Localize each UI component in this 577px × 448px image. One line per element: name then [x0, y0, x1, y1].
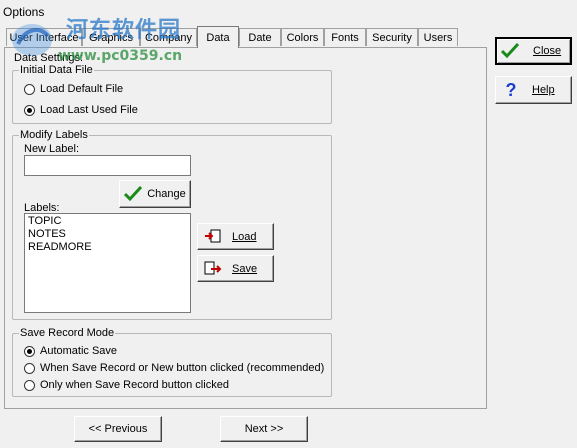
list-item[interactable]: TOPIC [28, 215, 187, 228]
radio-save-on-button-click[interactable] [24, 363, 35, 374]
load-default-file-label[interactable]: Load Default File [40, 83, 123, 96]
window-title: Options [3, 5, 45, 19]
only-save-record-button-label[interactable]: Only when Save Record button clicked [40, 379, 229, 392]
next-button-label: Next >> [244, 423, 284, 435]
automatic-save-label[interactable]: Automatic Save [40, 345, 117, 358]
radio-load-default-file[interactable] [24, 84, 35, 95]
radio-load-last-used-file[interactable] [24, 105, 35, 116]
save-file-icon [204, 260, 222, 278]
modify-labels-label: Modify Labels [19, 129, 89, 141]
close-button[interactable]: Close [495, 37, 572, 65]
save-record-mode-label: Save Record Mode [19, 327, 116, 339]
change-button[interactable]: Change [119, 180, 191, 208]
load-file-icon [204, 228, 222, 246]
next-button[interactable]: Next >> [220, 416, 308, 442]
tab-graphics[interactable]: Graphics [82, 28, 140, 46]
load-button-label: Load [232, 230, 257, 243]
help-button-label: Help [532, 84, 555, 96]
previous-button[interactable]: << Previous [74, 416, 162, 442]
save-on-button-click-label[interactable]: When Save Record or New button clicked (… [40, 362, 324, 375]
save-button-label: Save [232, 262, 258, 275]
list-item[interactable]: NOTES [28, 228, 187, 241]
radio-only-save-record-button[interactable] [24, 380, 35, 391]
question-mark-icon: ? [505, 79, 517, 100]
data-settings-label: Data Settings: [14, 52, 84, 64]
radio-automatic-save[interactable] [24, 346, 35, 357]
tab-fonts[interactable]: Fonts [324, 28, 366, 46]
checkmark-icon [501, 42, 519, 60]
checkmark-icon [124, 185, 143, 203]
tab-data[interactable]: Data [197, 26, 239, 48]
new-label-input[interactable] [24, 155, 191, 176]
labels-listbox[interactable]: TOPIC NOTES READMORE [24, 213, 191, 313]
close-button-label: Close [533, 45, 562, 57]
help-button[interactable]: ? Help [495, 76, 572, 104]
change-button-label: Change [147, 188, 186, 200]
load-button[interactable]: Load [197, 223, 274, 250]
list-item[interactable]: READMORE [28, 241, 187, 254]
tab-date[interactable]: Date [239, 28, 281, 46]
save-button[interactable]: Save [197, 255, 274, 282]
tab-users[interactable]: Users [418, 28, 458, 46]
previous-button-label: << Previous [88, 423, 148, 435]
initial-data-file-label: Initial Data File [19, 64, 94, 76]
tab-company[interactable]: Company [140, 28, 197, 46]
tab-security[interactable]: Security [366, 28, 418, 46]
load-last-used-file-label[interactable]: Load Last Used File [40, 104, 138, 117]
tab-colors[interactable]: Colors [281, 28, 324, 46]
tab-user-interface[interactable]: User Interface [6, 28, 82, 46]
